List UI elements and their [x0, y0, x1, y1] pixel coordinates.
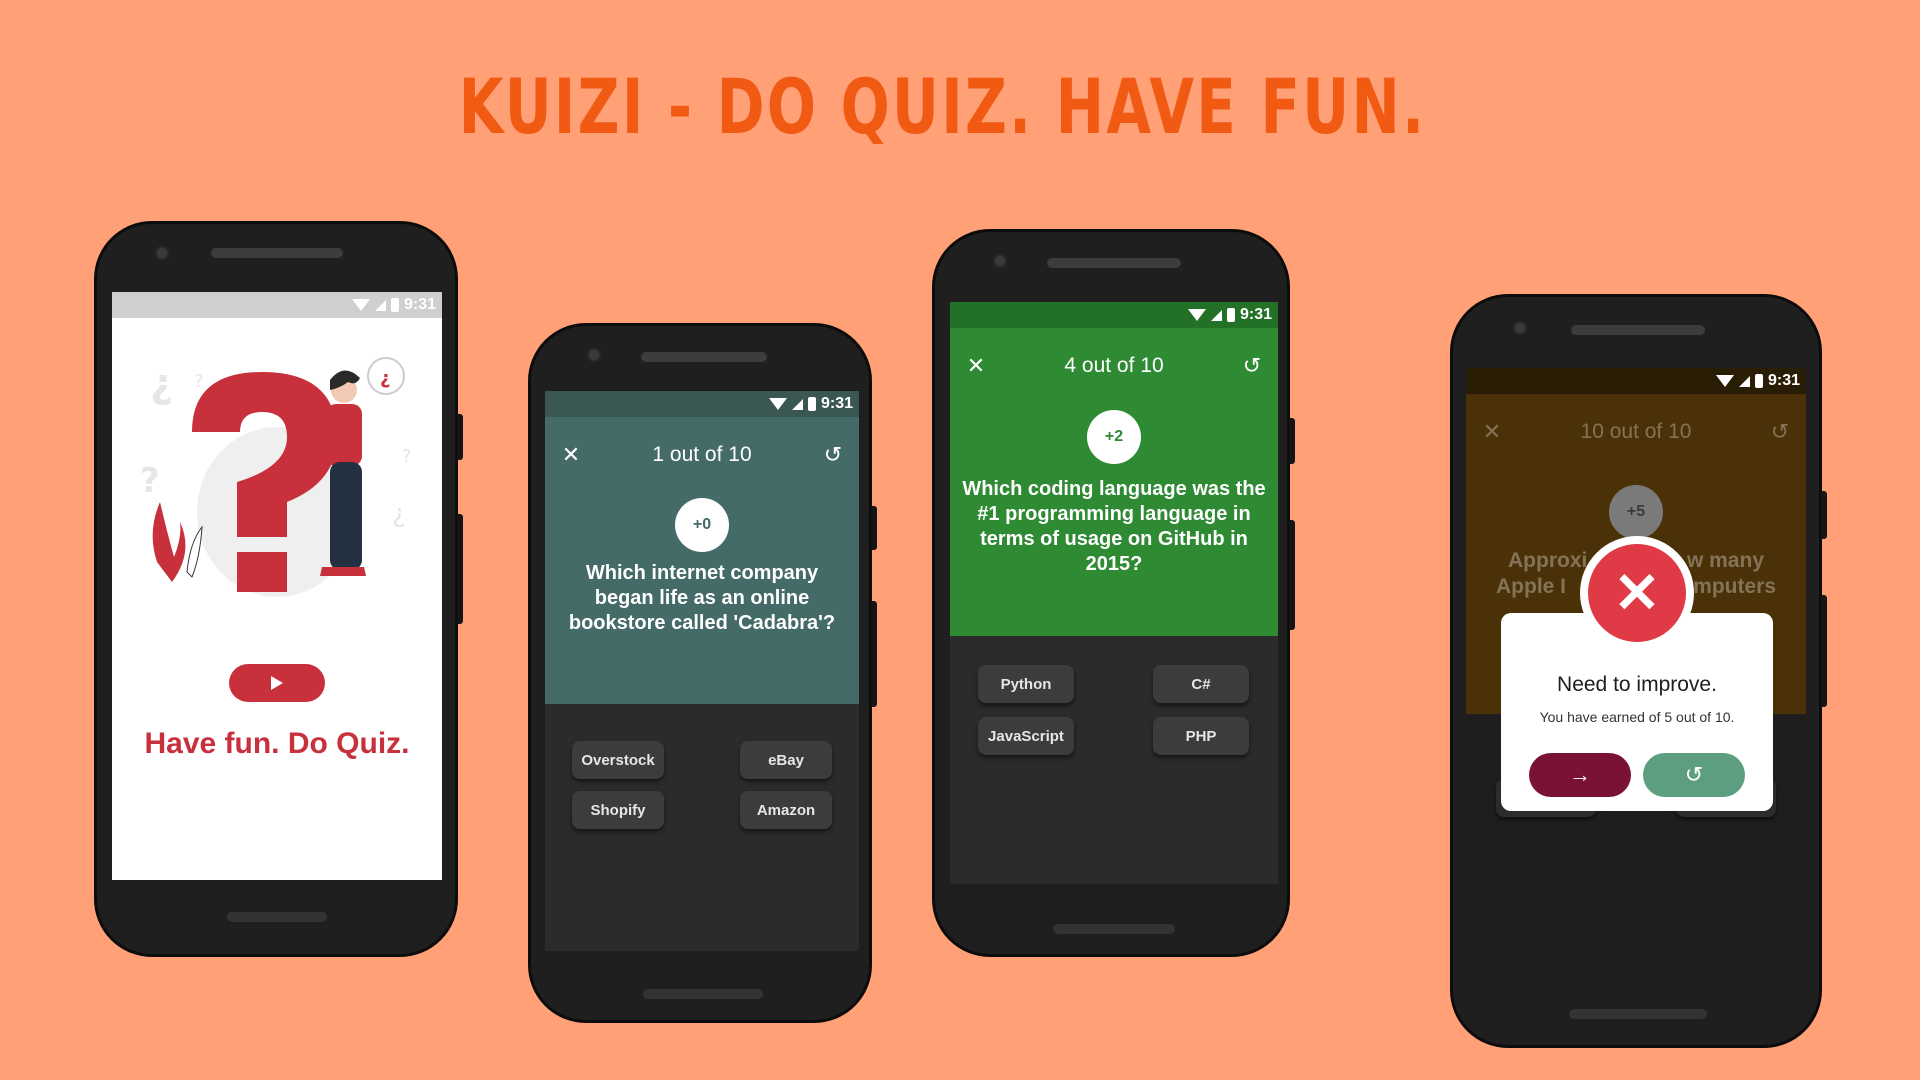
tagline: Have fun. Do Quiz.: [144, 727, 410, 760]
svg-text:¿: ¿: [150, 361, 173, 407]
history-icon[interactable]: ↺: [821, 442, 845, 468]
question-fragment: w many: [1686, 549, 1764, 572]
score-badge: +2: [1087, 410, 1141, 464]
answer-button[interactable]: Python: [978, 665, 1074, 703]
progress-label: 10 out of 10: [1580, 420, 1692, 443]
phone-quiz-1: 9:31 ✕ 1 out of 10 ↺ +0 Which internet c…: [528, 323, 877, 1023]
wifi-icon: [1187, 309, 1206, 321]
answer-button[interactable]: Shopify: [572, 791, 664, 829]
history-icon: ↺: [1684, 762, 1704, 787]
close-icon[interactable]: ✕: [964, 353, 988, 379]
signal-icon: [374, 299, 386, 311]
svg-text:?: ?: [194, 371, 204, 392]
wifi-icon: [768, 398, 787, 410]
phone-result: 9:31 ✕ 10 out of 10 ↺ +5 Approxi Apple I…: [1450, 294, 1827, 1048]
score-badge: +5: [1609, 485, 1663, 539]
signal-icon: [1210, 309, 1222, 321]
answer-button[interactable]: Overstock: [572, 741, 664, 779]
battery-icon: [1226, 308, 1235, 322]
status-time: 9:31: [1239, 306, 1272, 323]
answer-button[interactable]: C#: [1153, 665, 1249, 703]
question-fragment: mputers: [1693, 575, 1776, 598]
wifi-icon: [1715, 375, 1734, 387]
arrow-right-icon: →: [1569, 762, 1591, 787]
phone-quiz-2: 9:31 ✕ 4 out of 10 ↺ +2 Which coding lan…: [932, 229, 1295, 957]
play-icon: [271, 676, 283, 690]
answer-button[interactable]: PHP: [1153, 717, 1249, 755]
status-time: 9:31: [820, 395, 853, 412]
close-icon[interactable]: ✕: [1480, 419, 1504, 445]
headline: KUIZI - DO QUIZ. HAVE FUN.: [458, 62, 1427, 151]
question-text: Which internet company began life as an …: [568, 562, 836, 634]
close-icon[interactable]: ✕: [559, 442, 583, 468]
svg-text:?: ?: [402, 446, 412, 467]
question-fragment: Apple I: [1496, 575, 1567, 598]
question-text: Which coding language was the #1 program…: [962, 478, 1266, 575]
result-message: You have earned of 5 out of 10.: [1539, 709, 1735, 725]
result-title: Need to improve.: [1557, 673, 1717, 696]
svg-text:¿: ¿: [380, 368, 390, 389]
retry-button[interactable]: ↺: [1643, 753, 1745, 797]
svg-text:?: ?: [140, 461, 160, 501]
status-time: 9:31: [403, 296, 436, 313]
signal-icon: [791, 398, 803, 410]
next-button[interactable]: →: [1529, 753, 1631, 797]
history-icon[interactable]: ↺: [1240, 353, 1264, 379]
battery-icon: [390, 298, 399, 312]
answer-button[interactable]: Amazon: [740, 791, 832, 829]
play-button[interactable]: [229, 664, 325, 702]
svg-text:¿: ¿: [392, 499, 406, 529]
question-mark-illustration: ¿ ? ? ? ¿ ¿: [140, 357, 412, 597]
score-badge: +0: [675, 498, 729, 552]
battery-icon: [1754, 374, 1763, 388]
status-time: 9:31: [1767, 372, 1800, 389]
answer-button[interactable]: eBay: [740, 741, 832, 779]
answer-button[interactable]: JavaScript: [978, 717, 1074, 755]
wifi-icon: [351, 299, 370, 311]
question-fragment: Approxi: [1508, 549, 1588, 572]
signal-icon: [1738, 375, 1750, 387]
progress-label: 1 out of 10: [652, 443, 752, 466]
phone-welcome: 9:31 ¿ ? ? ? ¿ ¿ Have fun. Do Quiz.: [94, 221, 463, 957]
wrong-icon: ✕: [1580, 536, 1694, 650]
progress-label: 4 out of 10: [1064, 354, 1164, 377]
battery-icon: [807, 397, 816, 411]
history-icon[interactable]: ↺: [1768, 419, 1792, 445]
